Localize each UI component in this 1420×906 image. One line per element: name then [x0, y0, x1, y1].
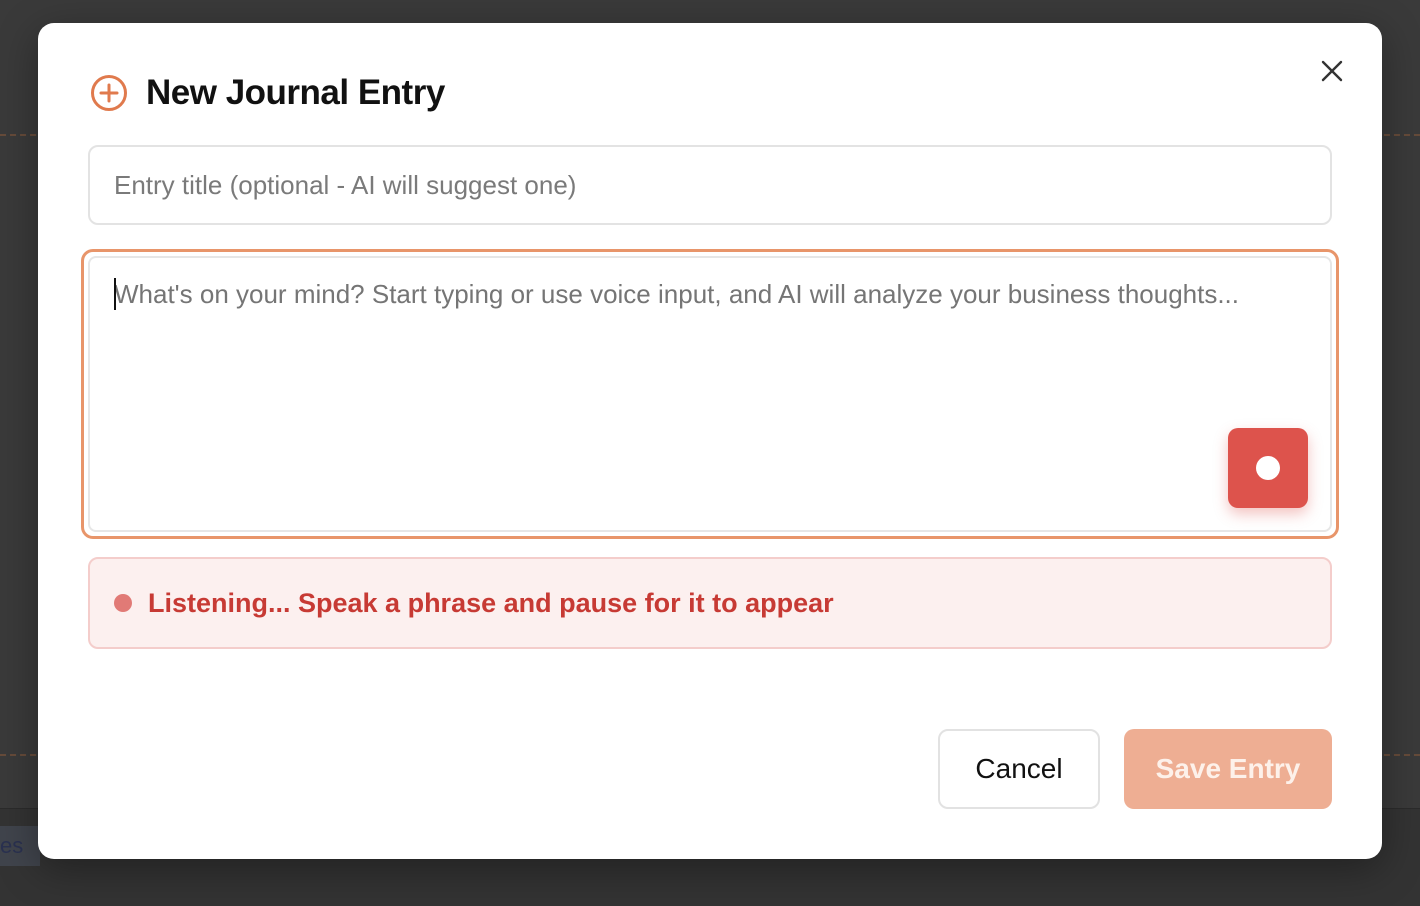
- close-icon: [1321, 60, 1343, 87]
- cancel-button[interactable]: Cancel: [938, 729, 1100, 809]
- new-journal-entry-modal: New Journal Entry Listening... Speak a p…: [38, 23, 1382, 859]
- voice-record-button[interactable]: [1228, 428, 1308, 508]
- modal-title: New Journal Entry: [146, 73, 445, 112]
- entry-textarea-focus-ring: [81, 249, 1339, 539]
- modal-header: New Journal Entry: [90, 73, 445, 113]
- listening-status-banner: Listening... Speak a phrase and pause fo…: [88, 557, 1332, 649]
- status-dot-icon: [114, 594, 132, 612]
- entry-textarea-container: [88, 256, 1332, 532]
- text-cursor: [114, 278, 116, 310]
- background-tab[interactable]: es: [0, 826, 40, 866]
- status-text: Listening... Speak a phrase and pause fo…: [148, 587, 834, 618]
- save-entry-button[interactable]: Save Entry: [1124, 729, 1332, 809]
- background-tab-label: es: [0, 833, 24, 858]
- close-button[interactable]: [1318, 59, 1346, 87]
- entry-textarea[interactable]: [90, 258, 1330, 530]
- record-dot-icon: [1256, 456, 1280, 480]
- entry-title-input[interactable]: [88, 145, 1332, 225]
- plus-circle-icon: [90, 74, 128, 112]
